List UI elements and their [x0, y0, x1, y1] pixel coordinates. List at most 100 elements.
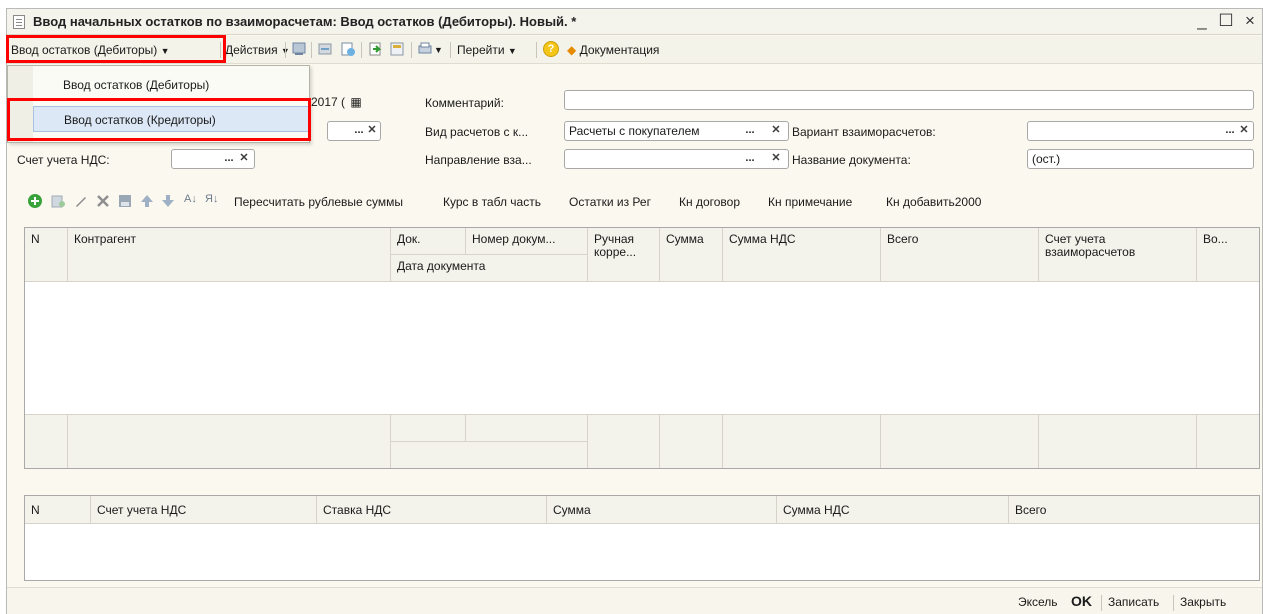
- comment-label: Комментарий:: [425, 96, 504, 110]
- goto-label: Перейти: [457, 43, 505, 57]
- col-header-total[interactable]: Всего: [881, 228, 1039, 282]
- bottom-divider: [1101, 595, 1102, 611]
- sort-ascending-icon[interactable]: A↓: [184, 193, 197, 205]
- save-button[interactable]: Записать: [1108, 595, 1159, 609]
- footer-cell: [466, 414, 588, 441]
- close-window-button[interactable]: ×: [1242, 11, 1258, 31]
- bottom-bar: Эксель OK Записать Закрыть: [7, 587, 1262, 614]
- clear-x-button[interactable]: ✕: [366, 123, 378, 139]
- delete-row-icon[interactable]: [95, 193, 111, 209]
- post-icon[interactable]: [291, 41, 307, 57]
- goto-menu-button[interactable]: Перейти ▼: [457, 41, 517, 59]
- select-dots-button[interactable]: ...: [1223, 123, 1237, 139]
- footer-cell: [391, 414, 466, 441]
- move-down-icon[interactable]: [160, 193, 176, 209]
- sort-descending-icon[interactable]: Я↓: [205, 193, 218, 205]
- rate-to-table-button[interactable]: Курс в табл часть: [443, 195, 541, 209]
- window-title: Ввод начальных остатков по взаиморасчета…: [33, 14, 577, 29]
- col-header-n[interactable]: N: [25, 228, 68, 282]
- print-icon[interactable]: [417, 41, 433, 57]
- col-header-sum[interactable]: Сумма: [547, 496, 777, 524]
- calc-type-label: Вид расчетов с к...: [425, 125, 529, 139]
- copy-doc-icon[interactable]: [340, 41, 356, 57]
- col-header-doc[interactable]: Док.: [391, 228, 466, 255]
- direction-label: Направление вза...: [425, 153, 532, 167]
- footer-cell: [723, 414, 881, 468]
- calendar-icon[interactable]: ▦: [350, 95, 361, 109]
- menu-item-debtors[interactable]: Ввод остатков (Дебиторы): [33, 72, 309, 98]
- vat-account-select[interactable]: ... ✕: [171, 149, 255, 169]
- col-header-manual-corr[interactable]: Ручная корре...: [588, 228, 660, 282]
- date-value: 2017 (: [311, 95, 346, 109]
- add-row-icon[interactable]: [27, 193, 43, 209]
- maximize-button[interactable]: ☐: [1218, 11, 1234, 31]
- settlement-variant-select[interactable]: ... ✕: [1027, 121, 1254, 141]
- title-bar: Ввод начальных остатков по взаиморасчета…: [7, 9, 1262, 35]
- select-dots-button[interactable]: ...: [743, 151, 757, 167]
- balances-from-reg-button[interactable]: Остатки из Рег: [569, 195, 651, 209]
- col-header-n[interactable]: N: [25, 496, 91, 524]
- col-header-vat-rate[interactable]: Ставка НДС: [317, 496, 547, 524]
- calc-type-select[interactable]: Расчеты с покупателем ... ✕: [564, 121, 789, 141]
- select-dots-button[interactable]: ...: [352, 123, 366, 139]
- kn-contract-button[interactable]: Кн договор: [679, 195, 740, 209]
- counterparty-select[interactable]: ... ✕: [327, 121, 381, 141]
- recalc-rub-button[interactable]: Пересчитать рублевые суммы: [234, 195, 403, 209]
- settlement-variant-label: Вариант взаиморасчетов:: [792, 125, 936, 139]
- bottom-divider: [1173, 595, 1174, 611]
- vat-table[interactable]: N Счет учета НДС Ставка НДС Сумма Сумма …: [24, 495, 1260, 581]
- vat-account-label: Счет учета НДС:: [17, 153, 110, 167]
- footer-cell: [68, 414, 391, 468]
- doc-name-input[interactable]: (ост.): [1027, 149, 1254, 169]
- toolbar-divider: [411, 42, 412, 58]
- clear-x-button[interactable]: ✕: [770, 123, 782, 139]
- footer-cell: [588, 414, 660, 468]
- edit-row-icon[interactable]: [73, 193, 89, 209]
- kn-note-button[interactable]: Кн примечание: [768, 195, 852, 209]
- select-dots-button[interactable]: ...: [222, 151, 236, 167]
- structure-icon[interactable]: [389, 41, 405, 57]
- unpost-icon[interactable]: [317, 41, 333, 57]
- col-header-vat-sum[interactable]: Сумма НДС: [723, 228, 881, 282]
- col-header-counterparty[interactable]: Контрагент: [68, 228, 391, 282]
- clear-x-button[interactable]: ✕: [1238, 123, 1250, 139]
- col-header-doc-date[interactable]: Дата документа: [391, 255, 588, 282]
- col-header-doc-number[interactable]: Номер докум...: [466, 228, 588, 255]
- move-up-icon[interactable]: [139, 193, 155, 209]
- kn-add2000-button[interactable]: Кн добавить2000: [886, 195, 981, 209]
- documentation-button[interactable]: ◆ Документация: [567, 41, 659, 59]
- select-dots-button[interactable]: ...: [743, 123, 757, 139]
- col-header-vat-sum[interactable]: Сумма НДС: [777, 496, 1009, 524]
- window-controls: _ ☐ ×: [1194, 11, 1258, 31]
- chevron-down-icon[interactable]: ▼: [434, 41, 443, 59]
- copy-row-icon[interactable]: [50, 193, 66, 209]
- footer-cell: [25, 414, 68, 468]
- table-toolbar: A↓ Я↓ Пересчитать рублевые суммы Курс в …: [21, 191, 1261, 215]
- col-header-extra[interactable]: Во...: [1197, 228, 1259, 282]
- col-header-vat-account[interactable]: Счет учета НДС: [91, 496, 317, 524]
- close-button[interactable]: Закрыть: [1180, 595, 1226, 609]
- date-field[interactable]: 2017 ( ▦: [307, 93, 381, 113]
- end-edit-icon[interactable]: [117, 193, 133, 209]
- footer-cell: [660, 414, 723, 468]
- calc-type-value: Расчеты с покупателем: [569, 124, 700, 138]
- based-on-icon[interactable]: [367, 41, 383, 57]
- balances-table[interactable]: N Контрагент Док. Номер докум... Дата до…: [24, 227, 1260, 469]
- col-header-sum[interactable]: Сумма: [660, 228, 723, 282]
- excel-button[interactable]: Эксель: [1018, 595, 1058, 609]
- toolbar-divider: [285, 42, 286, 58]
- actions-menu-button[interactable]: Действия ▼: [225, 41, 290, 59]
- clear-x-button[interactable]: ✕: [770, 151, 782, 167]
- ok-button[interactable]: OK: [1071, 593, 1092, 609]
- highlight-mode-button: [6, 35, 226, 63]
- cropped-heading-fragment: [0, 0, 440, 6]
- col-header-total[interactable]: Всего: [1009, 496, 1259, 524]
- direction-select[interactable]: ... ✕: [564, 149, 789, 169]
- comment-input[interactable]: [564, 90, 1254, 110]
- help-icon[interactable]: ?: [543, 41, 559, 57]
- chevron-down-icon: ▼: [507, 46, 517, 56]
- clear-x-button[interactable]: ✕: [238, 151, 250, 167]
- col-header-settlement-account[interactable]: Счет учета взаиморасчетов: [1039, 228, 1197, 282]
- minimize-button[interactable]: _: [1194, 11, 1210, 31]
- footer-cell: [391, 441, 588, 468]
